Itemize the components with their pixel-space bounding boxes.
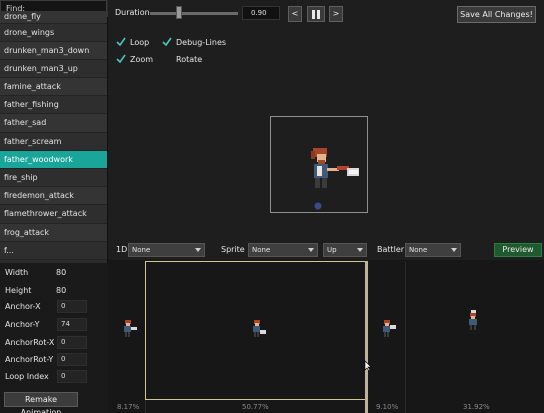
mouse-cursor-icon [364,360,372,372]
frame-4-percent: 31.92% [463,403,490,411]
anchor-rot-x-label: AnchorRot-X [5,338,55,347]
sprite-select[interactable]: None [248,243,318,257]
anchor-y-label: Anchor-Y [5,320,40,329]
rotate-label: Rotate [176,55,203,64]
frame-1-sprite [124,320,137,337]
anchor-x-label: Anchor-X [5,302,41,311]
list-item[interactable]: flamethrower_attack [0,205,108,224]
list-item-selected[interactable]: father_woodwork [0,150,108,169]
direction-select[interactable]: None [128,243,205,257]
sidebar-scrollbar[interactable] [107,17,108,263]
duration-slider-thumb[interactable] [176,6,182,19]
height-value: 80 [56,286,67,295]
previous-frame-button[interactable]: < [288,6,302,22]
duration-slider-track[interactable] [150,12,238,15]
facing-select-value: Up [327,246,337,254]
battler-select[interactable]: None [405,243,461,257]
preview-button[interactable]: Preview [494,243,542,257]
duration-value-field[interactable]: 0.90 [242,6,280,20]
frame-resize-handle[interactable] [365,261,368,413]
anchor-rot-y-field[interactable]: 0 [57,353,87,366]
save-all-changes-button[interactable]: Save All Changes! [457,6,536,23]
width-label: Width [5,268,29,277]
frame-3-percent: 9.10% [376,403,399,411]
remake-animation-button[interactable]: Remake Animation [4,392,78,413]
list-item[interactable]: father_fishing [0,96,108,115]
list-item[interactable]: firedemon_attack [0,187,108,206]
check-icon [162,37,172,47]
loop-label: Loop [130,38,150,47]
anchor-y-field[interactable]: 74 [57,318,87,331]
frame-4-sprite [469,310,477,330]
list-item[interactable]: drunken_man3_up [0,59,108,79]
list-item[interactable]: fire_ship [0,169,108,188]
sprite-select-value: None [252,246,271,254]
check-icon [116,54,126,64]
chevron-down-icon [357,248,363,252]
direction-label: 1D [116,245,128,254]
animation-list: drone_fly drone_wings drunken_man3_down … [0,11,108,260]
animation-sidebar: Find: drone_fly drone_wings drunken_man3… [0,0,108,263]
battler-label: Battler [377,245,405,254]
duration-label: Duration [115,8,150,17]
list-item[interactable]: father_scream [0,132,108,151]
list-item[interactable]: drone_fly [0,11,108,24]
battler-select-value: None [409,246,428,254]
anchor-rot-y-label: AnchorRot-Y [5,355,54,364]
pause-button[interactable] [307,6,325,22]
chevron-down-icon [451,248,457,252]
zoom-label: Zoom [130,55,154,64]
anchor-x-field[interactable]: 0 [57,300,87,313]
chevron-down-icon [195,248,201,252]
width-value: 80 [56,268,67,277]
direction-select-value: None [132,246,151,254]
frame-3-sprite [383,320,396,337]
loop-index-field[interactable]: 0 [57,370,87,383]
list-item[interactable]: drone_wings [0,23,108,42]
list-item[interactable]: famine_attack [0,78,108,97]
next-frame-button[interactable]: > [329,6,343,22]
loop-index-label: Loop Index [5,372,49,381]
height-label: Height [5,286,32,295]
character-sprite-preview [311,148,359,210]
list-item[interactable]: drunken_man3_down [0,41,108,60]
frame-2-percent: 50.77% [242,403,269,411]
debug-lines-label: Debug-Lines [176,38,227,47]
check-icon [116,37,126,47]
anchor-rot-x-field[interactable]: 0 [57,336,87,349]
list-item[interactable]: f... [0,241,108,260]
list-item[interactable]: father_sad [0,114,108,133]
facing-select[interactable]: Up [323,243,367,257]
sprite-label: Sprite [221,245,245,254]
chevron-down-icon [308,248,314,252]
list-item[interactable]: frog_attack [0,223,108,242]
frame-1-percent: 8.17% [117,403,140,411]
frame-2-sprite [253,320,266,337]
